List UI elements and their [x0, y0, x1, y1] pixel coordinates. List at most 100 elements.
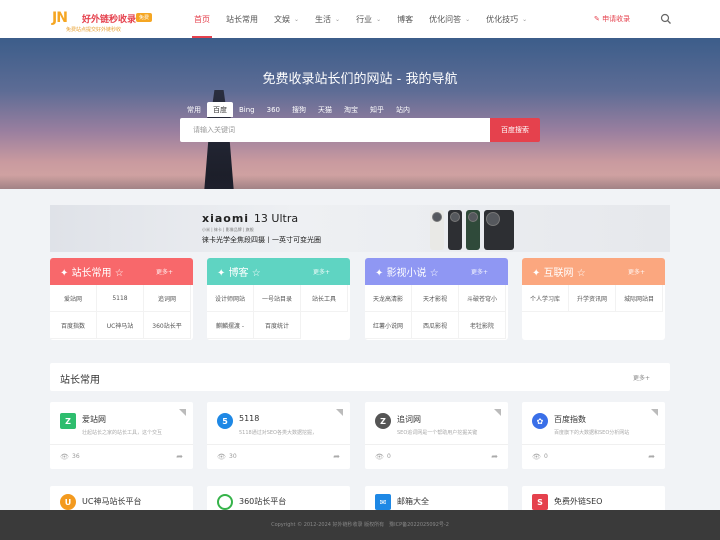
- nav-label: 站长常用: [226, 14, 258, 24]
- section-more-link[interactable]: 更多+: [633, 373, 650, 382]
- eye-icon: 👁: [60, 453, 69, 461]
- nav-item-seo-qa[interactable]: 优化问答 ⌄: [421, 0, 478, 38]
- tab-tmall[interactable]: 天猫: [312, 102, 338, 117]
- star-icon: ✦: [217, 268, 229, 279]
- site-card[interactable]: U UC神马站长平台: [50, 486, 193, 510]
- category-links: 天龙高清影 天才影视 斗破苍穹小 红薯小说网 西瓜影视 老牡影院: [365, 285, 508, 339]
- share-icon[interactable]: ➦: [333, 452, 340, 461]
- corner-marker: [336, 409, 343, 416]
- star-icon: ✦: [532, 268, 544, 279]
- nav-item-industry[interactable]: 行业 ⌄: [348, 0, 389, 38]
- nav-label: 博客: [397, 14, 414, 24]
- category-header: ✦ 影视小说 ☆ 更多+: [365, 258, 508, 285]
- 360-icon: [217, 494, 233, 510]
- site-card[interactable]: 5 5118 5118通过对SEO各类大数据挖掘， 👁 30 ➦: [207, 402, 350, 469]
- view-count: 0: [544, 453, 548, 460]
- nav-label: 行业: [356, 14, 373, 24]
- site-card[interactable]: ✿ 百度指数 百度旗下的大数据和SEO分析网站 👁 0 ➦: [522, 402, 665, 469]
- category-link[interactable]: 城际网站目: [616, 285, 663, 312]
- nav-item-blog[interactable]: 博客: [389, 0, 421, 38]
- camera-lens: [432, 212, 442, 222]
- corner-marker: [494, 409, 501, 416]
- tab-baidu[interactable]: 百度: [207, 102, 233, 117]
- share-icon[interactable]: ➦: [176, 452, 183, 461]
- category-link[interactable]: 5118: [97, 285, 144, 312]
- hero-ground: [0, 175, 720, 189]
- phone-image: [484, 210, 514, 250]
- nav-item-webmaster[interactable]: 站长常用: [218, 0, 266, 38]
- category-link[interactable]: 西瓜影视: [412, 312, 459, 339]
- category-link[interactable]: 一号站目录: [254, 285, 301, 312]
- category-link[interactable]: 老牡影院: [459, 312, 506, 339]
- category-link[interactable]: 升学资讯网: [569, 285, 616, 312]
- tab-zhihu[interactable]: 知乎: [364, 102, 390, 117]
- tab-common[interactable]: 常用: [181, 102, 207, 117]
- chevron-down-icon: ⌄: [522, 15, 528, 23]
- site-card[interactable]: Z 爱站网 壮起站长之家的站长工具，这个交互 👁 36 ➦: [50, 402, 193, 469]
- camera-lens: [468, 212, 478, 222]
- footer: Copyright © 2012-2024 好外链秒收录 版权所有 豫ICP备2…: [0, 510, 720, 540]
- category-title: ✦ 影视小说 ☆: [375, 264, 439, 279]
- section-title: 站长常用: [60, 375, 100, 386]
- apply-inclusion-link[interactable]: ✎ 申请收录: [594, 14, 630, 24]
- search-icon[interactable]: [660, 13, 672, 25]
- chevron-down-icon: ⌄: [294, 15, 300, 23]
- more-link[interactable]: 更多+: [313, 267, 330, 276]
- ad-banner[interactable]: xiaomi 13 Ultra 小米 | 徕卡 | 影像品牌 | 旗舰 徕卡光学…: [50, 205, 670, 252]
- logo-mark: JN: [52, 10, 68, 26]
- category-link[interactable]: 百度指数: [50, 312, 97, 339]
- category-link[interactable]: 天才影视: [412, 285, 459, 312]
- category-link[interactable]: UC神马站: [97, 312, 144, 339]
- view-count: 30: [229, 453, 237, 460]
- nav-label: 文娱: [274, 14, 290, 24]
- site-desc: SEO追词网是一个帮助用户挖掘关键: [397, 430, 478, 436]
- category-link[interactable]: 百度统计: [254, 312, 301, 339]
- ad-model: 13 Ultra: [253, 212, 299, 225]
- tab-taobao[interactable]: 淘宝: [338, 102, 364, 117]
- site-card[interactable]: Z 追词网 SEO追词网是一个帮助用户挖掘关键 👁 0 ➦: [365, 402, 508, 469]
- category-link[interactable]: 天龙高清影: [365, 285, 412, 312]
- share-icon[interactable]: ➦: [648, 452, 655, 461]
- category-link[interactable]: 个人学习库: [522, 285, 569, 312]
- search-button[interactable]: 百度搜索: [490, 118, 540, 142]
- card-footer: 👁 36 ➦: [50, 444, 193, 469]
- tab-bing[interactable]: Bing: [233, 102, 261, 117]
- ad-subline: 小米 | 徕卡 | 影像品牌 | 旗舰: [202, 227, 254, 232]
- view-count: 0: [387, 453, 391, 460]
- more-link[interactable]: 更多+: [471, 267, 488, 276]
- category-link[interactable]: 斗破苍穹小: [459, 285, 506, 312]
- category-link[interactable]: 爱站网: [50, 285, 97, 312]
- category-link[interactable]: 红薯小说网: [365, 312, 412, 339]
- corner-marker: [179, 409, 186, 416]
- nav-item-seo-tips[interactable]: 优化技巧 ⌄: [478, 0, 535, 38]
- tab-360[interactable]: 360: [261, 102, 286, 117]
- nav-label: 首页: [194, 14, 210, 24]
- category-title-text: 影视小说: [386, 268, 427, 279]
- card-footer: 👁 30 ➦: [207, 444, 350, 469]
- site-card[interactable]: 360站长平台: [207, 486, 350, 510]
- search-input[interactable]: 请输入关键词: [180, 118, 490, 142]
- more-link[interactable]: 更多+: [156, 267, 173, 276]
- more-link[interactable]: 更多+: [628, 267, 645, 276]
- site-card[interactable]: S 免费外链SEO: [522, 486, 665, 510]
- nav-label: 生活: [315, 14, 332, 24]
- ad-brand-name: xiaomi: [202, 212, 250, 225]
- share-icon[interactable]: ➦: [491, 452, 498, 461]
- category-link[interactable]: 站长工具: [301, 285, 348, 312]
- zhuici-icon: Z: [375, 413, 391, 429]
- nav-item-life[interactable]: 生活 ⌄: [307, 0, 348, 38]
- site-name: 邮箱大全: [397, 497, 429, 506]
- category-link[interactable]: 麒麟摆渡 -: [207, 312, 254, 339]
- star-outline-icon: ☆: [426, 268, 439, 279]
- category-link[interactable]: 追词网: [144, 285, 191, 312]
- nav-item-home[interactable]: 首页: [186, 0, 218, 38]
- tab-site[interactable]: 站内: [390, 102, 416, 117]
- site-card[interactable]: ✉ 邮箱大全: [365, 486, 508, 510]
- top-navbar: JN 好外链秒收录 免费 免费站点提交好外链秒收 首页 站长常用 文娱 ⌄ 生活 ⌄…: [0, 0, 720, 38]
- site-logo[interactable]: JN 好外链秒收录 免费 免费站点提交好外链秒收: [52, 9, 162, 35]
- tab-sogou[interactable]: 搜狗: [286, 102, 312, 117]
- category-link[interactable]: 360站长平: [144, 312, 191, 339]
- category-link[interactable]: 设计师网站: [207, 285, 254, 312]
- site-desc: 壮起站长之家的站长工具，这个交互: [82, 430, 163, 436]
- nav-item-entertainment[interactable]: 文娱 ⌄: [266, 0, 307, 38]
